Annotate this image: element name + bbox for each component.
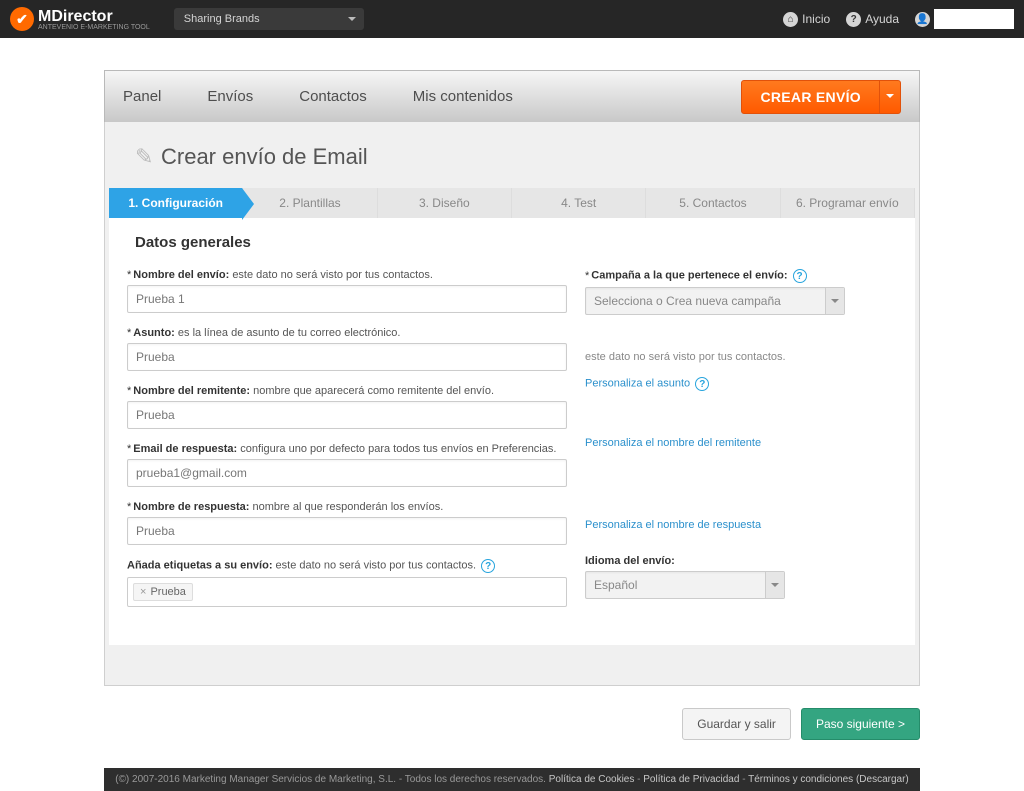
page-title: ✎ Crear envío de Email bbox=[135, 144, 919, 170]
tag-remove-icon[interactable]: × bbox=[140, 586, 146, 598]
tag-item[interactable]: × Prueba bbox=[133, 583, 193, 601]
idioma-select[interactable]: Español bbox=[585, 571, 785, 599]
crear-envio-label: CREAR ENVÍO bbox=[742, 81, 880, 113]
field-nombre-envio: *Nombre del envío: este dato no será vis… bbox=[127, 269, 567, 313]
footer-privacidad-link[interactable]: Política de Privacidad bbox=[643, 774, 739, 785]
top-bar: ✔ MDirector ANTEVENIO E-MARKETING TOOL S… bbox=[0, 0, 1024, 38]
logo-subtitle: ANTEVENIO E-MARKETING TOOL bbox=[38, 24, 150, 31]
personaliza-remitente-link[interactable]: Personaliza el nombre del remitente bbox=[585, 437, 897, 449]
step-contactos[interactable]: 5. Contactos bbox=[646, 188, 780, 218]
page-title-text: Crear envío de Email bbox=[161, 144, 368, 170]
idioma-select-wrap[interactable]: Español bbox=[585, 571, 785, 599]
inicio-link[interactable]: ⌂ Inicio bbox=[783, 12, 830, 27]
help-icon: ? bbox=[846, 12, 861, 27]
step-configuracion[interactable]: 1. Configuración bbox=[109, 188, 243, 218]
label-campana: *Campaña a la que pertenece el envío: ? bbox=[585, 269, 897, 283]
content-panel: ✎ Crear envío de Email 1. Configuración … bbox=[104, 122, 920, 686]
step-tabs: 1. Configuración 2. Plantillas 3. Diseño… bbox=[109, 188, 915, 218]
chevron-down-icon bbox=[880, 89, 900, 105]
asunto-input[interactable] bbox=[127, 343, 567, 371]
footer-cookies-link[interactable]: Política de Cookies bbox=[549, 774, 635, 785]
wand-icon: ✎ bbox=[135, 144, 153, 170]
logo[interactable]: ✔ MDirector ANTEVENIO E-MARKETING TOOL bbox=[10, 7, 150, 31]
ayuda-link[interactable]: ? Ayuda bbox=[846, 12, 899, 27]
footer-terminos-link[interactable]: Términos y condiciones (Descargar) bbox=[748, 774, 909, 785]
form-columns: *Nombre del envío: este dato no será vis… bbox=[127, 269, 897, 621]
left-column: *Nombre del envío: este dato no será vis… bbox=[127, 269, 567, 621]
nav-contactos[interactable]: Contactos bbox=[299, 88, 367, 105]
label-nombre-envio: *Nombre del envío: este dato no será vis… bbox=[127, 269, 567, 281]
field-email-respuesta: *Email de respuesta: configura uno por d… bbox=[127, 443, 567, 487]
personaliza-asunto-link[interactable]: Personaliza el asunto ? bbox=[585, 377, 897, 391]
page-wrapper: Panel Envíos Contactos Mis contenidos CR… bbox=[0, 70, 1024, 791]
field-asunto: *Asunto: es la línea de asunto de tu cor… bbox=[127, 327, 567, 371]
crear-envio-button[interactable]: CREAR ENVÍO bbox=[741, 80, 901, 114]
user-icon: 👤 bbox=[915, 12, 930, 27]
user-name-box bbox=[934, 9, 1014, 29]
ayuda-label: Ayuda bbox=[865, 12, 899, 26]
email-respuesta-input[interactable] bbox=[127, 459, 567, 487]
campana-select-wrap[interactable]: Selecciona o Crea nueva campaña bbox=[585, 287, 845, 315]
help-icon-asunto[interactable]: ? bbox=[695, 377, 709, 391]
help-icon-campana[interactable]: ? bbox=[793, 269, 807, 283]
nombre-respuesta-input[interactable] bbox=[127, 517, 567, 545]
nav-mis-contenidos[interactable]: Mis contenidos bbox=[413, 88, 513, 105]
remitente-input[interactable] bbox=[127, 401, 567, 429]
inicio-label: Inicio bbox=[802, 12, 830, 26]
field-remitente: *Nombre del remitente: nombre que aparec… bbox=[127, 385, 567, 429]
field-idioma: Idioma del envío: Español bbox=[585, 555, 897, 599]
field-nombre-respuesta: *Nombre de respuesta: nombre al que resp… bbox=[127, 501, 567, 545]
home-icon: ⌂ bbox=[783, 12, 798, 27]
section-title: Datos generales bbox=[135, 234, 897, 251]
label-idioma: Idioma del envío: bbox=[585, 555, 897, 567]
help-icon-etiquetas[interactable]: ? bbox=[481, 559, 495, 573]
user-menu[interactable]: 👤 bbox=[915, 9, 1014, 29]
footer-copy: (©) 2007-2016 Marketing Manager Servicio… bbox=[115, 774, 546, 785]
step-diseno[interactable]: 3. Diseño bbox=[378, 188, 512, 218]
label-asunto: *Asunto: es la línea de asunto de tu cor… bbox=[127, 327, 567, 339]
step-test[interactable]: 4. Test bbox=[512, 188, 646, 218]
account-dropdown[interactable]: Sharing Brands bbox=[174, 8, 364, 30]
guardar-salir-button[interactable]: Guardar y salir bbox=[682, 708, 791, 740]
main-nav: Panel Envíos Contactos Mis contenidos CR… bbox=[104, 70, 920, 122]
step-plantillas[interactable]: 2. Plantillas bbox=[243, 188, 377, 218]
label-remitente: *Nombre del remitente: nombre que aparec… bbox=[127, 385, 567, 397]
etiquetas-input[interactable]: × Prueba bbox=[127, 577, 567, 607]
tag-label: Prueba bbox=[150, 586, 185, 598]
step-programar[interactable]: 6. Programar envío bbox=[781, 188, 915, 218]
field-etiquetas: Añada etiquetas a su envío: este dato no… bbox=[127, 559, 567, 607]
nav-panel[interactable]: Panel bbox=[123, 88, 161, 105]
label-email-respuesta: *Email de respuesta: configura uno por d… bbox=[127, 443, 567, 455]
field-campana: *Campaña a la que pertenece el envío: ? … bbox=[585, 269, 897, 363]
campana-note: este dato no será visto por tus contacto… bbox=[585, 351, 897, 363]
label-etiquetas: Añada etiquetas a su envío: este dato no… bbox=[127, 559, 567, 573]
label-nombre-respuesta: *Nombre de respuesta: nombre al que resp… bbox=[127, 501, 567, 513]
form-area: Datos generales *Nombre del envío: este … bbox=[109, 218, 915, 645]
logo-icon: ✔ bbox=[10, 7, 34, 31]
campana-select[interactable]: Selecciona o Crea nueva campaña bbox=[585, 287, 845, 315]
personaliza-respuesta-link[interactable]: Personaliza el nombre de respuesta bbox=[585, 519, 897, 531]
top-right-nav: ⌂ Inicio ? Ayuda 👤 bbox=[783, 9, 1014, 29]
right-column: *Campaña a la que pertenece el envío: ? … bbox=[585, 269, 897, 621]
nav-envios[interactable]: Envíos bbox=[207, 88, 253, 105]
footer: (©) 2007-2016 Marketing Manager Servicio… bbox=[104, 768, 920, 791]
paso-siguiente-button[interactable]: Paso siguiente > bbox=[801, 708, 920, 740]
button-bar: Guardar y salir Paso siguiente > bbox=[104, 708, 920, 740]
nombre-envio-input[interactable] bbox=[127, 285, 567, 313]
